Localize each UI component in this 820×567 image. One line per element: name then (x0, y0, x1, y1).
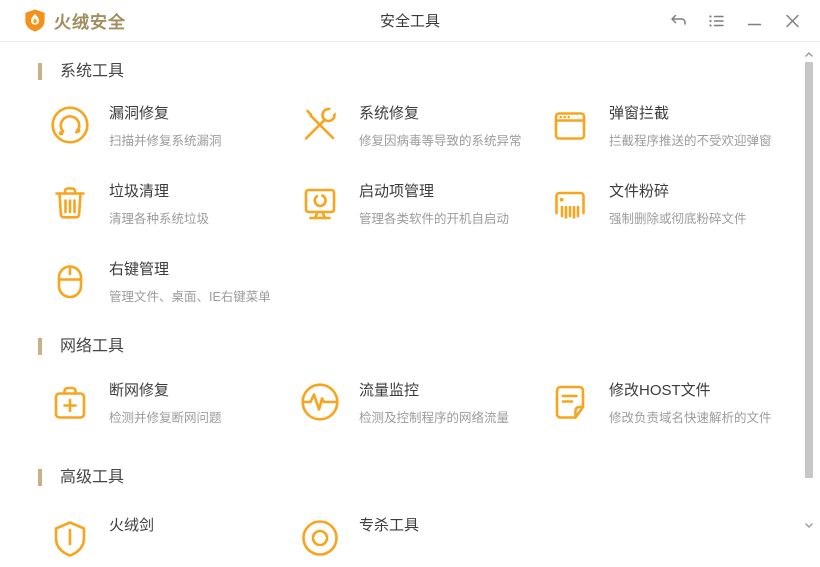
app-name: 火绒安全 (54, 13, 126, 32)
scrollbar (804, 44, 814, 536)
minimize-icon[interactable] (746, 12, 763, 29)
section-network-tools: 网络工具 断网修复 检测并修复断网问题 流量监控 检测及控制程序的网络流量 修改… (38, 337, 820, 432)
tools-panel: 系统工具 漏洞修复 扫描并修复系统漏洞 系统修复 修复因病毒等导致的系统异常 弹… (0, 62, 820, 567)
tool-name: 启动项管理 (359, 183, 435, 200)
tool-name: 火绒剑 (109, 517, 155, 534)
popup-window-icon (548, 103, 592, 147)
target-circle-icon (298, 515, 342, 559)
tool-card-traffic-monitor[interactable]: 流量监控 检测及控制程序的网络流量 (298, 380, 548, 432)
tool-desc: 拦截程序推送的不受欢迎弹窗 (609, 134, 772, 148)
scroll-down-icon[interactable] (804, 520, 814, 530)
section-accent-bar (38, 63, 42, 80)
huorong-shield-logo-icon (24, 8, 46, 33)
shredder-icon (548, 181, 592, 225)
first-aid-kit-icon (48, 380, 92, 424)
tool-desc: 管理文件、桌面、IE右键菜单 (109, 290, 271, 304)
scrollbar-thumb[interactable] (805, 62, 813, 478)
trash-icon (48, 181, 92, 225)
tool-name: 流量监控 (359, 382, 420, 399)
tool-desc: 清理各种系统垃圾 (109, 212, 210, 226)
tool-card-startup-manager[interactable]: 启动项管理 管理各类软件的开机自启动 (298, 181, 548, 233)
tool-card-system-repair[interactable]: 系统修复 修复因病毒等导致的系统异常 (298, 103, 548, 155)
host-file-icon (548, 380, 592, 424)
section-system-tools: 系统工具 漏洞修复 扫描并修复系统漏洞 系统修复 修复因病毒等导致的系统异常 弹… (38, 62, 820, 311)
tool-desc: 扫描并修复系统漏洞 (109, 134, 222, 148)
mouse-icon (48, 259, 92, 303)
tool-card-huorong-sword[interactable]: 火绒剑 (48, 515, 298, 567)
tool-name: 修改HOST文件 (609, 382, 711, 399)
vulnerability-patch-icon (48, 103, 92, 147)
app-logo: 火绒安全 (24, 8, 126, 33)
tool-desc: 修改负责域名快速解析的文件 (609, 411, 772, 425)
tool-name: 垃圾清理 (109, 183, 170, 200)
section-accent-bar (38, 469, 42, 486)
section-title-label: 高级工具 (60, 469, 125, 486)
section-title-label: 系统工具 (60, 63, 125, 80)
title-bar: 火绒安全 安全工具 (0, 0, 820, 42)
tool-name: 右键管理 (109, 261, 170, 278)
section-header: 网络工具 (38, 337, 820, 356)
tool-desc: 强制删除或彻底粉碎文件 (609, 212, 747, 226)
tool-grid: 火绒剑 专杀工具 (48, 515, 820, 567)
tool-grid: 漏洞修复 扫描并修复系统漏洞 系统修复 修复因病毒等导致的系统异常 弹窗拦截 拦… (48, 103, 820, 311)
tool-card-popup-blocker[interactable]: 弹窗拦截 拦截程序推送的不受欢迎弹窗 (548, 103, 798, 155)
tool-name: 文件粉碎 (609, 183, 670, 200)
tool-name: 漏洞修复 (109, 105, 170, 122)
tool-grid: 断网修复 检测并修复断网问题 流量监控 检测及控制程序的网络流量 修改HOST文… (48, 380, 820, 432)
tool-desc: 修复因病毒等导致的系统异常 (359, 134, 522, 148)
section-title-label: 网络工具 (60, 338, 125, 355)
tool-name: 专杀工具 (359, 517, 420, 534)
tool-name: 系统修复 (359, 105, 420, 122)
monitor-startup-icon (298, 181, 342, 225)
tool-card-file-shredder[interactable]: 文件粉碎 强制删除或彻底粉碎文件 (548, 181, 798, 233)
tool-desc: 检测及控制程序的网络流量 (359, 411, 510, 425)
shield-sword-icon (48, 515, 92, 559)
section-advanced-tools: 高级工具 火绒剑 专杀工具 (38, 468, 820, 567)
section-accent-bar (38, 338, 42, 355)
window-controls (670, 12, 801, 29)
tool-desc: 管理各类软件的开机自启动 (359, 212, 510, 226)
tool-card-vulnerability-fix[interactable]: 漏洞修复 扫描并修复系统漏洞 (48, 103, 298, 155)
tool-card-junk-clean[interactable]: 垃圾清理 清理各种系统垃圾 (48, 181, 298, 233)
section-header: 系统工具 (38, 62, 820, 81)
tool-name: 断网修复 (109, 382, 170, 399)
scroll-up-icon[interactable] (804, 50, 814, 60)
section-header: 高级工具 (38, 468, 820, 487)
tool-card-host-file[interactable]: 修改HOST文件 修改负责域名快速解析的文件 (548, 380, 798, 432)
pulse-monitor-icon (298, 380, 342, 424)
tool-card-right-click-manager[interactable]: 右键管理 管理文件、桌面、IE右键菜单 (48, 259, 298, 311)
menu-list-icon[interactable] (708, 12, 725, 29)
close-icon[interactable] (784, 12, 801, 29)
repair-tools-icon (298, 103, 342, 147)
tool-card-network-repair[interactable]: 断网修复 检测并修复断网问题 (48, 380, 298, 432)
tool-name: 弹窗拦截 (609, 105, 670, 122)
tool-card-special-kill[interactable]: 专杀工具 (298, 515, 548, 567)
tool-desc: 检测并修复断网问题 (109, 411, 222, 425)
back-arrow-icon[interactable] (670, 12, 687, 29)
